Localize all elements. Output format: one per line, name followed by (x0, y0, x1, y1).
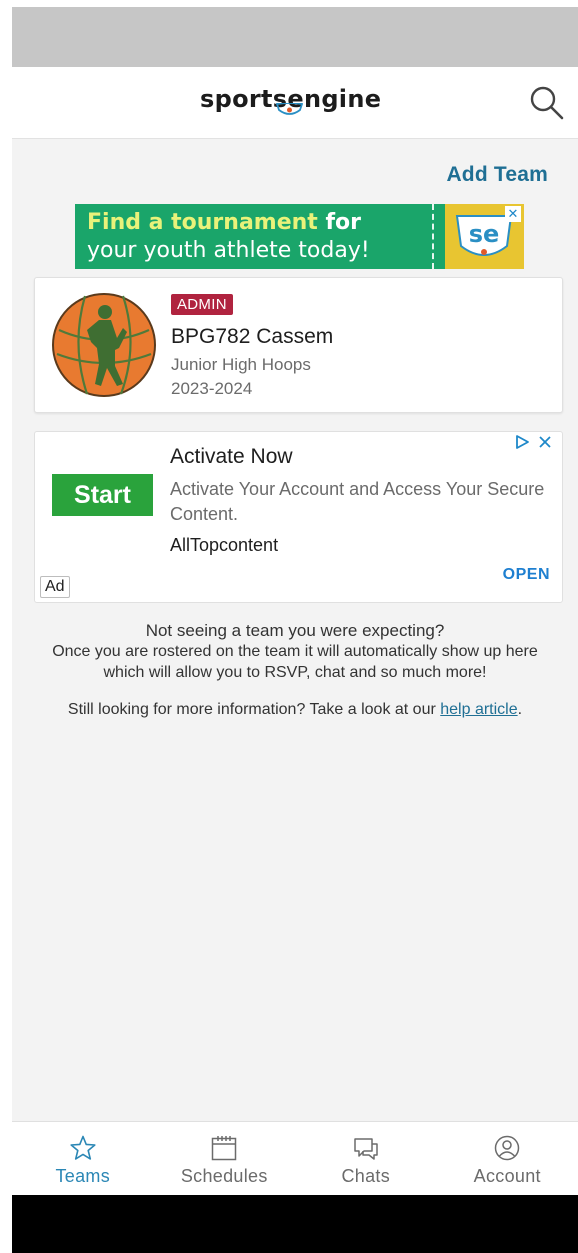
team-name: BPG782 Cassem (171, 325, 334, 348)
help-article-link[interactable]: help article (440, 701, 517, 718)
tab-account-label: Account (473, 1166, 541, 1186)
info-body-line2: which will allow you to RSVP, chat and s… (103, 664, 487, 681)
team-avatar (51, 292, 157, 398)
banner-divider (432, 204, 446, 269)
system-nav-bar (12, 1195, 578, 1253)
tab-account[interactable]: Account (437, 1122, 578, 1195)
ad-advertiser: AllTopcontent (170, 535, 279, 555)
info-body-line1: Once you are rostered on the team it wil… (52, 643, 538, 660)
help-suffix: . (517, 701, 523, 718)
search-button[interactable] (529, 85, 565, 121)
star-icon (70, 1135, 96, 1160)
app-screen: sport se ngine Add Team Find a tournamen… (12, 67, 578, 1195)
banner-close-button[interactable]: ✕ (505, 206, 521, 222)
help-prefix: Still looking for more information? Take… (67, 701, 441, 718)
bottom-tab-bar: Teams Schedules Chats Account (12, 1121, 578, 1195)
basketball-player-icon (52, 293, 156, 397)
ad-description: Activate Your Account and Access Your Se… (170, 479, 545, 524)
app-header: sport se ngine (12, 67, 578, 139)
promo-banner[interactable]: Find a tournament for your youth athlete… (75, 204, 524, 269)
close-icon: ✕ (507, 206, 519, 221)
status-bar (12, 7, 578, 67)
tab-teams-label: Teams (55, 1166, 110, 1186)
tab-chats-label: Chats (341, 1166, 391, 1186)
search-icon (530, 86, 564, 120)
ad-card[interactable]: Start Activate Now Activate Your Account… (34, 431, 563, 603)
se-badge-text: se (469, 220, 500, 248)
team-league: Junior High Hoops (171, 355, 311, 374)
calendar-icon (212, 1136, 237, 1161)
logo-shield-icon (275, 103, 303, 115)
info-help: Still looking for more information? Take… (12, 701, 578, 719)
banner-headline: Find a tournament for (87, 210, 361, 235)
sportsengine-logo: sport se ngine (200, 85, 381, 121)
info-title: Not seeing a team you were expecting? (145, 621, 445, 640)
ad-open-button[interactable]: OPEN (503, 566, 550, 584)
tab-schedules-label: Schedules (180, 1166, 268, 1186)
banner-subline: your youth athlete today! (87, 238, 370, 263)
ad-choices[interactable] (514, 434, 552, 450)
logo-text-sport: sport (200, 85, 273, 113)
tab-teams[interactable]: Teams (12, 1122, 154, 1195)
add-team-button[interactable]: Add Team (446, 163, 548, 187)
user-circle-icon (495, 1135, 520, 1161)
banner-headline-rest: for (317, 210, 362, 235)
ad-label: Ad (40, 576, 70, 598)
chat-icon (354, 1138, 378, 1160)
team-card[interactable]: ADMIN BPG782 Cassem Junior High Hoops 20… (34, 277, 563, 413)
team-season: 2023-2024 (171, 379, 253, 398)
ad-title: Activate Now (170, 445, 293, 468)
tab-schedules[interactable]: Schedules (154, 1122, 296, 1195)
tab-chats[interactable]: Chats (295, 1122, 437, 1195)
banner-headline-highlight: Find a tournament (87, 210, 318, 235)
info-body: Once you are rostered on the team it wil… (12, 641, 578, 683)
logo-se-mark: se (273, 85, 304, 115)
ad-start-button[interactable]: Start (52, 474, 153, 516)
info-section: Not seeing a team you were expecting? On… (12, 621, 578, 719)
admin-badge: ADMIN (171, 294, 233, 315)
adchoices-play-icon (516, 435, 529, 449)
ad-close-icon[interactable] (538, 435, 552, 449)
logo-text-ngine: ngine (303, 85, 382, 113)
